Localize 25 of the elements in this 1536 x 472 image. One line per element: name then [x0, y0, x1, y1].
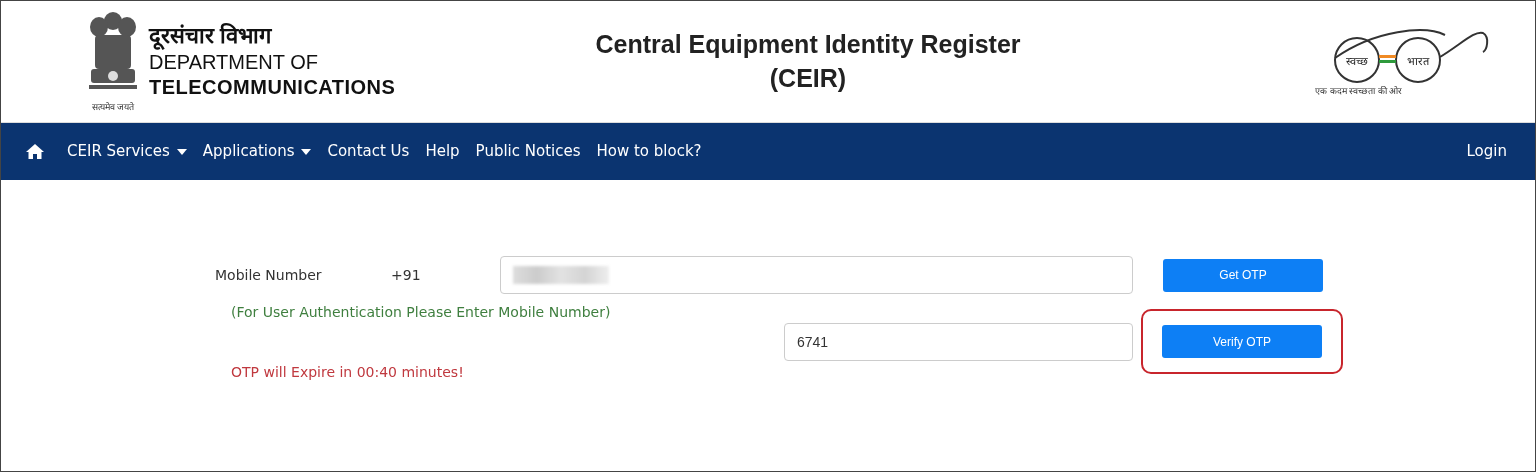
country-code: +91: [391, 265, 422, 285]
site-title: Central Equipment Identity Register: [595, 28, 1021, 60]
nav-link[interactable]: Help: [417, 140, 468, 163]
expiry-message: OTP will Expire in 00:40 minutes!: [231, 363, 465, 382]
home-icon[interactable]: [25, 143, 45, 160]
motto-text: सत्यमेव जयते: [91, 100, 135, 114]
get-otp-button[interactable]: Get OTP: [1163, 258, 1323, 292]
mobile-number-field[interactable]: [500, 256, 1133, 294]
department-name-hindi: दूरसंचार विभाग: [149, 24, 273, 49]
login-link[interactable]: Login: [1458, 140, 1515, 163]
nav-link[interactable]: Public Notices: [467, 140, 589, 163]
nav-link[interactable]: Contact Us: [319, 140, 418, 163]
nav-dropdown[interactable]: Applications: [194, 140, 320, 163]
site-title: (CEIR): [769, 62, 847, 94]
logo-word: स्वच्छ: [1346, 54, 1368, 67]
verify-otp-button[interactable]: Verify OTP: [1162, 325, 1322, 358]
hint-text: (For User Authentication Please Enter Mobile Number): [231, 303, 612, 322]
department-name: TELECOMMUNICATIONS: [149, 74, 396, 99]
nav-dropdown[interactable]: CEIR Services: [59, 140, 195, 163]
otp-field[interactable]: 6741: [784, 322, 1133, 361]
logo-word: भारत: [1407, 54, 1429, 67]
nav-link[interactable]: How to block?: [588, 140, 710, 163]
tagline-text: एक कदम स्वच्छता की ओर: [1315, 84, 1402, 98]
department-name: DEPARTMENT OF: [149, 50, 319, 75]
field-label: Mobile Number: [215, 265, 323, 285]
